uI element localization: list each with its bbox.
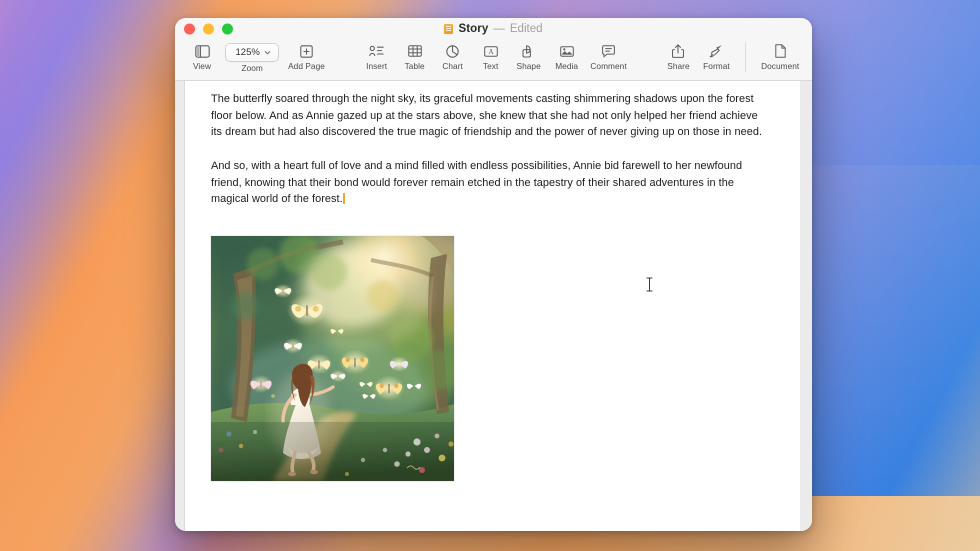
text-insertion-caret	[343, 192, 345, 205]
close-button[interactable]	[184, 23, 195, 35]
toolbar-label-table: Table	[404, 61, 425, 71]
chart-icon	[446, 42, 459, 60]
toolbar-button-view[interactable]: View	[183, 40, 221, 71]
toolbar-label-document: Document	[761, 61, 800, 71]
document-icon	[774, 42, 786, 60]
toolbar-label-zoom: Zoom	[241, 63, 263, 73]
paragraph-2-text: And so, with a heart full of love and a …	[211, 159, 743, 206]
titlebar[interactable]: Story — Edited	[175, 18, 812, 40]
toolbar-button-media[interactable]: Media	[548, 40, 586, 71]
toolbar-button-shape[interactable]: Shape	[510, 40, 548, 71]
insert-icon	[369, 42, 384, 60]
toolbar-zoom-control[interactable]: 125% Zoom	[221, 40, 283, 73]
svg-text:A: A	[488, 48, 494, 56]
window-title: Story — Edited	[175, 23, 812, 35]
media-icon	[559, 42, 574, 60]
paragraph-1[interactable]: The butterfly soared through the night s…	[211, 91, 770, 141]
desktop: Story — Edited View 125% Zoom Add Page I…	[0, 0, 980, 551]
window-chrome: Story — Edited View 125% Zoom Add Page I…	[175, 18, 812, 81]
title-separator: —	[493, 23, 505, 35]
toolbar-button-table[interactable]: Table	[396, 40, 434, 71]
share-icon	[672, 42, 685, 60]
toolbar-button-text[interactable]: A Text	[472, 40, 510, 71]
document-image-wrapper[interactable]	[211, 235, 776, 481]
shape-icon	[522, 42, 535, 60]
sidebar-icon	[194, 42, 210, 60]
toolbar-button-comment[interactable]: Comment	[586, 40, 632, 71]
toolbar-button-share[interactable]: Share	[659, 40, 697, 71]
toolbar-label-text: Text	[482, 61, 499, 71]
toolbar-button-document[interactable]: Document	[756, 40, 804, 71]
paragraph-2[interactable]: And so, with a heart full of love and a …	[211, 158, 770, 208]
vertical-scrollbar[interactable]	[800, 81, 812, 531]
document-title: Story	[458, 23, 489, 35]
text-box-icon: A	[483, 42, 498, 60]
maximize-button[interactable]	[222, 23, 233, 35]
toolbar[interactable]: View 125% Zoom Add Page Insert Table Cha…	[175, 40, 812, 80]
zoom-value: 125%	[235, 47, 260, 58]
pages-window[interactable]: Story — Edited View 125% Zoom Add Page I…	[175, 18, 812, 531]
comment-icon	[602, 42, 615, 60]
document-status: Edited	[509, 23, 543, 35]
toolbar-label-chart: Chart	[442, 61, 463, 71]
magical-forest-illustration[interactable]	[211, 235, 454, 481]
toolbar-label-add-page: Add Page	[288, 61, 325, 71]
toolbar-label-share: Share	[667, 61, 690, 71]
chevron-down-icon	[264, 51, 271, 55]
toolbar-button-format[interactable]: Format	[697, 40, 735, 71]
document-scroll-area[interactable]: The butterfly soared through the night s…	[175, 81, 812, 531]
toolbar-divider	[745, 42, 747, 72]
document-page[interactable]: The butterfly soared through the night s…	[185, 81, 802, 531]
add-page-icon	[300, 42, 313, 60]
pages-document-icon	[444, 24, 454, 34]
toolbar-label-media: Media	[555, 61, 579, 71]
table-icon	[407, 42, 422, 60]
format-brush-icon	[709, 42, 723, 60]
zoom-dropdown[interactable]: 125%	[225, 43, 280, 62]
toolbar-button-add-page[interactable]: Add Page	[283, 40, 329, 71]
traffic-lights[interactable]	[184, 23, 233, 35]
minimize-button[interactable]	[203, 23, 214, 35]
toolbar-label-comment: Comment	[590, 61, 627, 71]
toolbar-button-chart[interactable]: Chart	[434, 40, 472, 71]
toolbar-button-insert[interactable]: Insert	[358, 40, 396, 71]
toolbar-label-shape: Shape	[516, 61, 541, 71]
toolbar-label-view: View	[192, 61, 212, 71]
toolbar-label-insert: Insert	[366, 61, 388, 71]
toolbar-label-format: Format	[703, 61, 730, 71]
